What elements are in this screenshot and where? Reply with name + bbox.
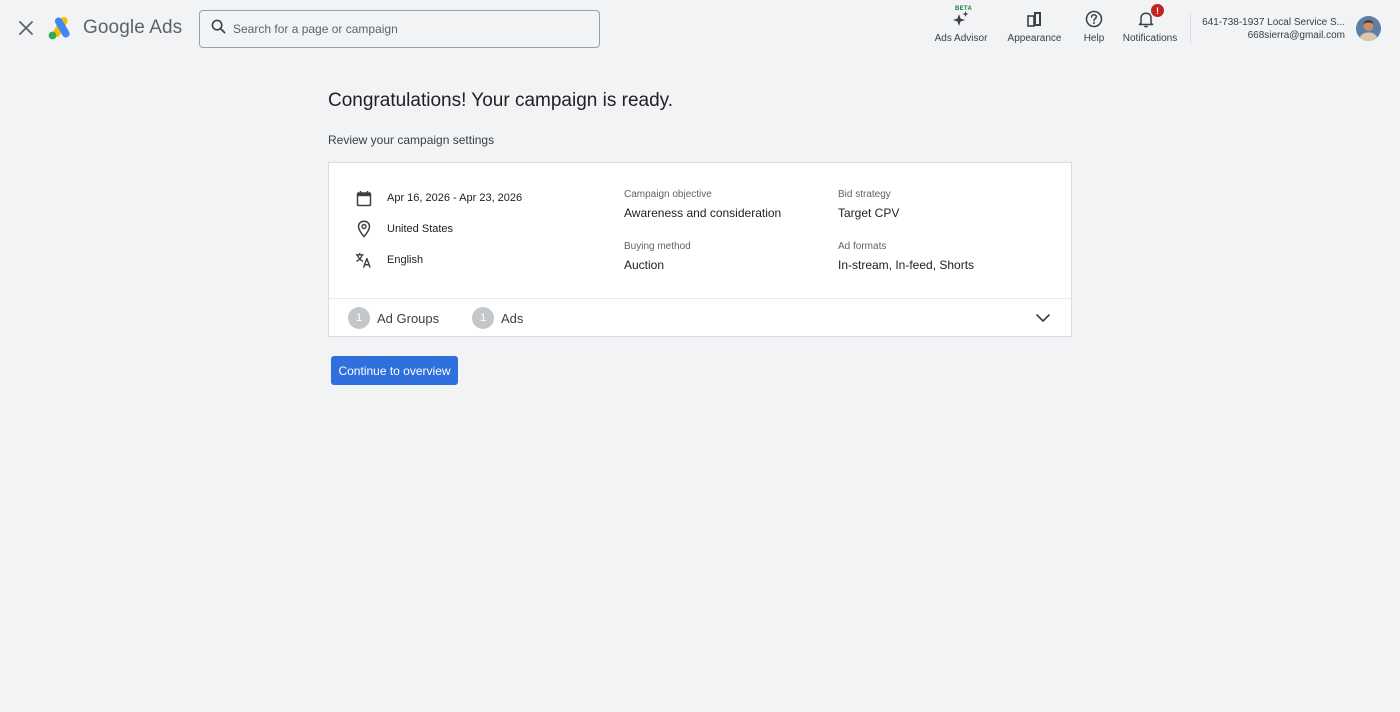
avatar[interactable] xyxy=(1356,16,1381,41)
continue-to-overview-button[interactable]: Continue to overview xyxy=(331,356,458,385)
campaign-objective-value: Awareness and consideration xyxy=(624,206,782,220)
campaign-objective-label: Campaign objective xyxy=(624,189,712,200)
translate-icon xyxy=(355,251,373,269)
notifications-label: Notifications xyxy=(1122,33,1178,44)
close-icon[interactable] xyxy=(14,16,38,40)
search-box[interactable] xyxy=(199,10,600,48)
page-title: Congratulations! Your campaign is ready. xyxy=(328,90,674,111)
appearance-icon xyxy=(1026,12,1041,27)
ads-advisor-label: Ads Advisor xyxy=(934,33,988,44)
language-row: English xyxy=(355,251,423,269)
chevron-down-icon[interactable] xyxy=(1032,309,1054,327)
help-label: Help xyxy=(1083,33,1105,44)
ad-groups-label: Ad Groups xyxy=(377,310,440,326)
bid-strategy-label: Bid strategy xyxy=(838,189,891,200)
account-info[interactable]: 641-738-1937 Local Service S... 668sierr… xyxy=(1185,16,1345,42)
calendar-icon xyxy=(355,189,373,207)
notification-badge: ! xyxy=(1150,3,1165,18)
ads-label: Ads xyxy=(501,310,524,326)
ad-groups-count[interactable]: 1 Ad Groups xyxy=(348,307,439,329)
date-range-text: Apr 16, 2026 - Apr 23, 2026 xyxy=(387,192,523,204)
ads-count-badge: 1 xyxy=(472,307,494,329)
ads-count[interactable]: 1 Ads xyxy=(472,307,523,329)
beta-badge: BETA xyxy=(955,6,973,12)
search-icon xyxy=(211,19,226,39)
card-divider xyxy=(329,298,1071,299)
appearance-button[interactable]: Appearance xyxy=(1007,6,1062,46)
appearance-label: Appearance xyxy=(1007,33,1062,44)
account-name: 641-738-1937 Local Service S... xyxy=(1202,17,1345,28)
campaign-objective-field: Campaign objective Awareness and conside… xyxy=(624,189,781,220)
location-text: United States xyxy=(387,223,454,235)
campaign-summary-card: Apr 16, 2026 - Apr 23, 2026 United State… xyxy=(328,162,1072,337)
brand-name: Google Ads xyxy=(83,17,183,38)
ad-formats-field: Ad formats In-stream, In-feed, Shorts xyxy=(838,241,974,272)
account-email: 668sierra@gmail.com xyxy=(1247,30,1345,41)
page-subtitle: Review your campaign settings xyxy=(328,133,495,147)
buying-method-label: Buying method xyxy=(624,241,691,252)
ad-formats-value: In-stream, In-feed, Shorts xyxy=(838,258,975,272)
top-app-bar: Google Ads BETA Ads Advisor Appearance xyxy=(0,0,1400,58)
buying-method-field: Buying method Auction xyxy=(624,241,691,272)
help-icon xyxy=(1085,10,1103,28)
google-ads-logo xyxy=(48,16,70,40)
notifications-button[interactable]: ! Notifications xyxy=(1120,3,1180,46)
ads-advisor-button[interactable]: BETA Ads Advisor xyxy=(933,6,989,46)
sparkle-icon xyxy=(953,11,969,26)
help-button[interactable]: Help xyxy=(1082,6,1106,46)
bid-strategy-value: Target CPV xyxy=(838,206,900,220)
location-pin-icon xyxy=(355,220,373,238)
ad-formats-label: Ad formats xyxy=(838,241,887,252)
date-range-row: Apr 16, 2026 - Apr 23, 2026 xyxy=(355,189,522,207)
ad-groups-count-badge: 1 xyxy=(348,307,370,329)
location-row: United States xyxy=(355,220,453,238)
search-input[interactable] xyxy=(233,22,573,36)
language-text: English xyxy=(387,254,424,266)
bid-strategy-field: Bid strategy Target CPV xyxy=(838,189,899,220)
buying-method-value: Auction xyxy=(624,258,665,272)
